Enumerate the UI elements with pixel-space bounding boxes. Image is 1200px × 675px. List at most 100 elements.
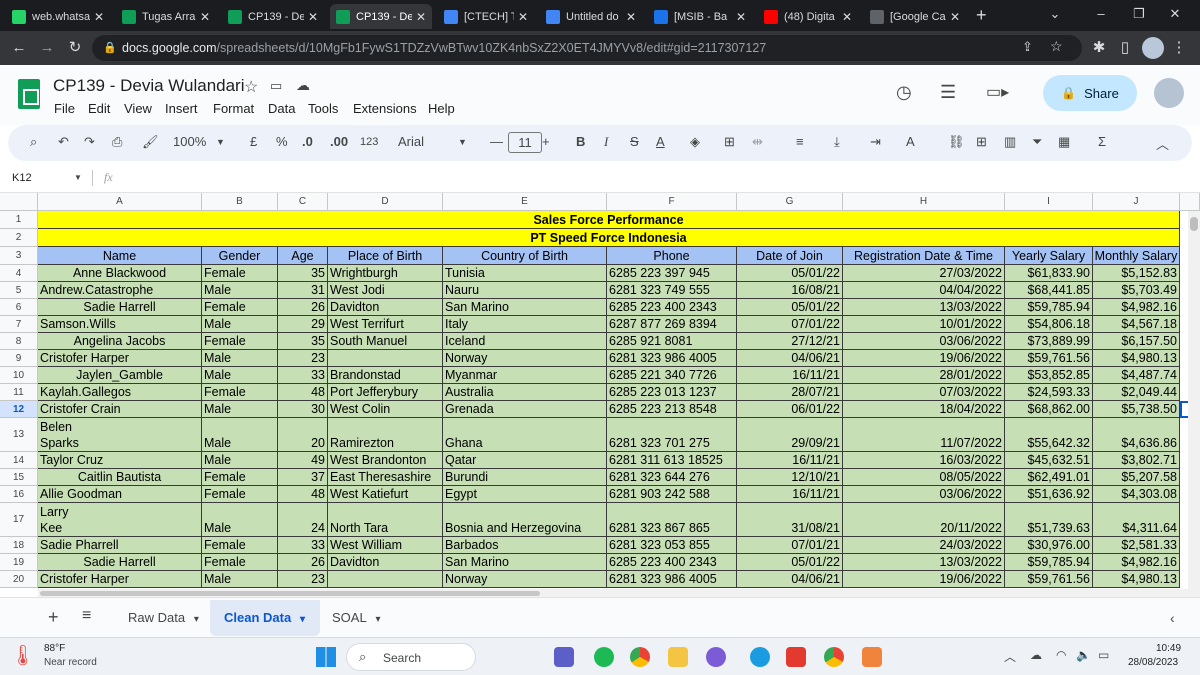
table-cell[interactable]: 33 (278, 367, 328, 384)
formula-input[interactable] (128, 170, 1178, 186)
table-cell[interactable]: 24/03/2022 (843, 537, 1005, 554)
table-cell[interactable]: $5,207.58 (1093, 469, 1180, 486)
all-sheets-icon[interactable]: ≡ (82, 607, 91, 625)
table-cell[interactable]: Cristofer Crain (38, 401, 202, 418)
table-cell[interactable]: 29 (278, 316, 328, 333)
decrease-decimal-button[interactable]: .0 (302, 134, 313, 149)
menu-extensions[interactable]: Extensions (353, 101, 417, 116)
table-cell[interactable]: South Manuel (328, 333, 443, 350)
table-cell[interactable]: 11/07/2022 (843, 418, 1005, 452)
reload-icon[interactable]: ↻ (64, 37, 86, 59)
volume-icon[interactable]: 🔈 (1076, 648, 1091, 662)
close-tab-icon[interactable]: ✕ (950, 10, 960, 24)
new-tab-button[interactable]: + (976, 5, 987, 26)
table-cell[interactable]: 03/06/2022 (843, 486, 1005, 503)
redo-icon[interactable]: ↷ (84, 134, 95, 150)
table-cell[interactable]: 07/03/2022 (843, 384, 1005, 401)
table-cell[interactable]: 6287 877 269 8394 (607, 316, 737, 333)
table-cell[interactable]: Male (202, 452, 278, 469)
table-cell[interactable]: $4,980.13 (1093, 571, 1180, 588)
close-tab-icon[interactable]: ✕ (308, 10, 318, 24)
table-cell[interactable]: Grenada (443, 401, 607, 418)
table-cell[interactable]: $54,806.18 (1005, 316, 1093, 333)
add-sheet-icon[interactable]: + (48, 607, 59, 628)
clock-date[interactable]: 28/08/2023 (1128, 657, 1178, 668)
menu-format[interactable]: Format (213, 101, 254, 116)
share-button[interactable]: 🔒 Share (1043, 75, 1137, 111)
zoom-select[interactable]: 100% (173, 134, 206, 149)
table-cell[interactable]: Burundi (443, 469, 607, 486)
name-box[interactable]: K12 (12, 172, 32, 184)
table-cell[interactable]: 16/08/21 (737, 282, 843, 299)
file-explorer-icon[interactable] (668, 647, 688, 667)
url-input[interactable]: 🔒 docs.google.com/spreadsheets/d/10MgFb1… (92, 35, 1082, 61)
row-header[interactable]: 12 (0, 401, 38, 418)
print-icon[interactable]: ⎙ (112, 134, 122, 150)
table-cell[interactable]: Myanmar (443, 367, 607, 384)
share-page-icon[interactable]: ⇪ (1022, 39, 1033, 55)
more-formats-button[interactable]: 123 (360, 136, 378, 148)
column-title[interactable]: Date of Join (737, 247, 843, 265)
h-scrollbar-thumb[interactable] (40, 591, 540, 596)
table-cell[interactable]: 48 (278, 384, 328, 401)
table-cell[interactable]: 6281 311 613 18525 (607, 452, 737, 469)
teams-icon[interactable] (554, 647, 574, 667)
browser-tab[interactable]: Untitled do ✕ (540, 4, 642, 29)
table-cell[interactable]: Norway (443, 571, 607, 588)
weather-temp[interactable]: 88°F (44, 643, 65, 654)
table-cell[interactable]: 6281 323 053 855 (607, 537, 737, 554)
table-cell[interactable]: $2,581.33 (1093, 537, 1180, 554)
close-tab-icon[interactable]: ✕ (736, 10, 746, 24)
table-cell[interactable]: Iceland (443, 333, 607, 350)
table-cell[interactable]: $4,982.16 (1093, 554, 1180, 571)
italic-button[interactable]: I (604, 134, 608, 150)
table-cell[interactable]: Davidton (328, 299, 443, 316)
table-cell[interactable]: 6285 221 340 7726 (607, 367, 737, 384)
restore-button[interactable]: ❐ (1124, 4, 1154, 24)
table-cell[interactable]: 49 (278, 452, 328, 469)
star-icon[interactable]: ☆ (244, 77, 258, 97)
column-header[interactable]: J (1093, 193, 1180, 211)
table-cell[interactable]: 28/07/21 (737, 384, 843, 401)
table-cell[interactable]: 30 (278, 401, 328, 418)
clock-time[interactable]: 10:49 (1156, 643, 1181, 654)
table-cell[interactable]: 18/04/2022 (843, 401, 1005, 418)
windows-start-icon[interactable] (316, 647, 336, 667)
menu-file[interactable]: File (54, 101, 75, 116)
table-cell[interactable]: 04/06/21 (737, 350, 843, 367)
filter-icon[interactable]: ⏷ (1032, 134, 1042, 150)
sheet-tab[interactable]: Raw Data ▾ (128, 610, 199, 625)
table-cell[interactable]: $2,049.44 (1093, 384, 1180, 401)
bookmark-star-icon[interactable]: ☆ (1050, 38, 1063, 55)
table-cell[interactable]: Italy (443, 316, 607, 333)
row-header[interactable]: 7 (0, 316, 38, 333)
row-header[interactable]: 11 (0, 384, 38, 401)
table-cell[interactable]: 03/06/2022 (843, 333, 1005, 350)
table-cell[interactable]: Port Jefferybury (328, 384, 443, 401)
table-cell[interactable]: Taylor Cruz (38, 452, 202, 469)
text-rotation-icon[interactable]: A (906, 134, 915, 149)
table-cell[interactable]: Male (202, 367, 278, 384)
table-cell[interactable]: $62,491.01 (1005, 469, 1093, 486)
table-cell[interactable]: 6281 323 867 865 (607, 503, 737, 537)
row-header[interactable]: 2 (0, 229, 38, 247)
table-cell[interactable]: 23 (278, 350, 328, 367)
column-header-k[interactable] (1180, 193, 1200, 211)
decrease-font-size-icon[interactable]: — (490, 134, 503, 149)
table-cell[interactable]: 6281 323 701 275 (607, 418, 737, 452)
column-header[interactable]: E (443, 193, 607, 211)
table-cell[interactable]: $4,980.13 (1093, 350, 1180, 367)
table-cell[interactable]: 31/08/21 (737, 503, 843, 537)
scroll-left-icon[interactable]: ‹ (1170, 610, 1175, 626)
table-cell[interactable]: Andrew.Catastrophe (38, 282, 202, 299)
table-cell[interactable]: Female (202, 554, 278, 571)
currency-format-button[interactable]: £ (250, 134, 257, 149)
table-cell[interactable]: $59,761.56 (1005, 571, 1093, 588)
table-cell[interactable]: West Brandonton (328, 452, 443, 469)
table-cell[interactable]: Jaylen_Gamble (38, 367, 202, 384)
sheet-tab[interactable]: Clean Data ▾ (224, 610, 305, 625)
column-title[interactable]: Place of Birth (328, 247, 443, 265)
browser-menu-icon[interactable]: ⋮ (1168, 37, 1190, 59)
sheet-tab[interactable]: SOAL ▾ (332, 610, 381, 625)
table-cell[interactable]: West Jodi (328, 282, 443, 299)
